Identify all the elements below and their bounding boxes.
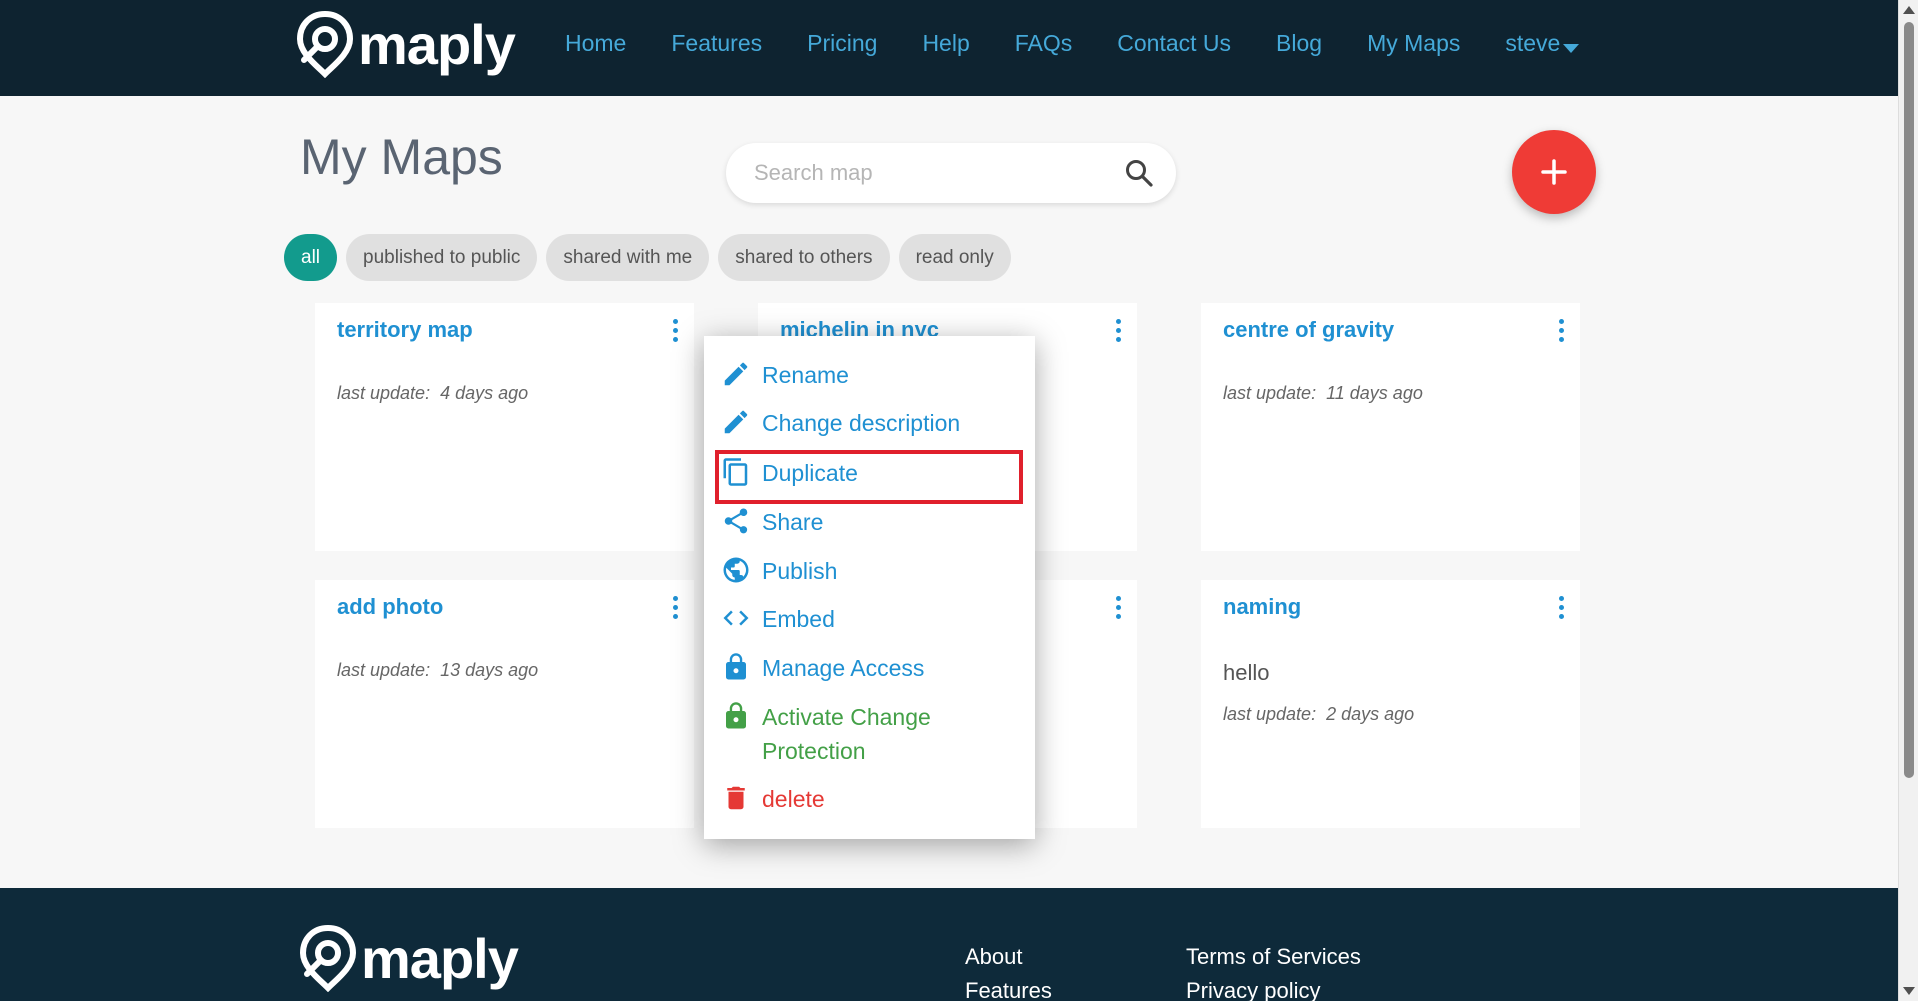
card-more-icon[interactable]: [668, 596, 682, 622]
share-icon: [720, 505, 752, 537]
menu-item-manage-access[interactable]: Manage Access: [720, 651, 1020, 685]
nav-links: Home Features Pricing Help FAQs Contact …: [565, 30, 1605, 57]
search-input[interactable]: [754, 143, 1114, 203]
nav-faqs[interactable]: FAQs: [1015, 30, 1073, 57]
pencil-icon: [720, 406, 752, 438]
card-more-icon[interactable]: [1554, 596, 1568, 622]
menu-item-change-description[interactable]: Change description: [720, 406, 1020, 440]
scroll-thumb[interactable]: [1904, 22, 1914, 778]
footer: maply About Features Terms of Services P…: [0, 888, 1898, 1001]
brand-logo[interactable]: maply: [296, 10, 516, 78]
menu-item-activate-change-protection[interactable]: Activate Change Protection: [720, 700, 1020, 768]
filter-chips: all published to public shared with me s…: [284, 234, 1020, 281]
card-more-icon[interactable]: [668, 319, 682, 345]
map-card[interactable]: naming hello last update: 2 days ago: [1201, 580, 1580, 828]
card-last-update: last update: 11 days ago: [1223, 383, 1423, 403]
page-scrollbar[interactable]: [1898, 0, 1918, 1001]
map-pin-logo-icon: [299, 924, 357, 992]
filter-shared-with-me[interactable]: shared with me: [546, 234, 710, 281]
filter-shared-to-others[interactable]: shared to others: [718, 234, 890, 281]
pencil-icon: [720, 358, 752, 390]
code-icon: [720, 602, 752, 634]
trash-icon: [720, 782, 752, 814]
filter-read-only[interactable]: read only: [898, 234, 1011, 281]
menu-item-duplicate[interactable]: Duplicate: [720, 456, 1020, 490]
page-title: My Maps: [300, 129, 503, 185]
caret-down-icon[interactable]: [1563, 44, 1579, 53]
nav-blog[interactable]: Blog: [1276, 30, 1322, 57]
map-card[interactable]: add photo last update: 13 days ago: [315, 580, 694, 828]
nav-my-maps[interactable]: My Maps: [1367, 30, 1460, 57]
menu-item-delete[interactable]: delete: [720, 782, 1020, 816]
scroll-down-arrow-icon[interactable]: [1903, 987, 1915, 995]
filter-all[interactable]: all: [284, 234, 338, 281]
add-map-button[interactable]: [1512, 130, 1596, 214]
map-card[interactable]: centre of gravity last update: 11 days a…: [1201, 303, 1580, 551]
map-card[interactable]: territory map last update: 4 days ago: [315, 303, 694, 551]
card-last-update: last update: 13 days ago: [337, 660, 539, 680]
search-icon[interactable]: [1124, 158, 1154, 188]
card-description: hello: [1223, 660, 1270, 685]
card-last-update: last update: 4 days ago: [337, 383, 529, 403]
card-last-update: last update: 2 days ago: [1223, 704, 1415, 724]
globe-icon: [720, 554, 752, 586]
nav-user-steve[interactable]: steve: [1505, 30, 1560, 57]
card-title[interactable]: naming: [1223, 594, 1301, 620]
duplicate-icon: [720, 456, 752, 488]
search-box: [726, 143, 1176, 203]
card-title[interactable]: territory map: [337, 317, 473, 343]
menu-item-publish[interactable]: Publish: [720, 554, 1020, 588]
lock-icon: [720, 700, 752, 732]
footer-link-about[interactable]: About: [965, 944, 1023, 970]
map-context-menu: Rename Change description Duplicate Shar…: [704, 336, 1035, 839]
lock-icon: [720, 651, 752, 683]
brand-name: maply: [358, 12, 516, 76]
card-more-icon[interactable]: [1111, 319, 1125, 345]
card-more-icon[interactable]: [1554, 319, 1568, 345]
menu-item-embed[interactable]: Embed: [720, 602, 1020, 636]
top-navbar: maply Home Features Pricing Help FAQs Co…: [0, 0, 1898, 96]
card-title[interactable]: add photo: [337, 594, 443, 620]
nav-help[interactable]: Help: [922, 30, 969, 57]
nav-pricing[interactable]: Pricing: [807, 30, 877, 57]
footer-link-features[interactable]: Features: [965, 978, 1052, 1001]
card-title[interactable]: centre of gravity: [1223, 317, 1394, 343]
menu-item-rename[interactable]: Rename: [720, 358, 1020, 392]
card-more-icon[interactable]: [1111, 596, 1125, 622]
nav-features[interactable]: Features: [671, 30, 762, 57]
nav-contact-us[interactable]: Contact Us: [1117, 30, 1231, 57]
footer-brand-name: maply: [361, 926, 519, 990]
footer-link-terms[interactable]: Terms of Services: [1186, 944, 1361, 970]
footer-link-privacy[interactable]: Privacy policy: [1186, 978, 1320, 1001]
nav-home[interactable]: Home: [565, 30, 626, 57]
plus-icon: [1541, 159, 1567, 185]
map-pin-logo-icon: [296, 10, 354, 78]
filter-published-to-public[interactable]: published to public: [346, 234, 538, 281]
menu-item-share[interactable]: Share: [720, 505, 1020, 539]
footer-brand-logo[interactable]: maply: [299, 924, 519, 992]
scroll-up-arrow-icon[interactable]: [1903, 6, 1915, 14]
